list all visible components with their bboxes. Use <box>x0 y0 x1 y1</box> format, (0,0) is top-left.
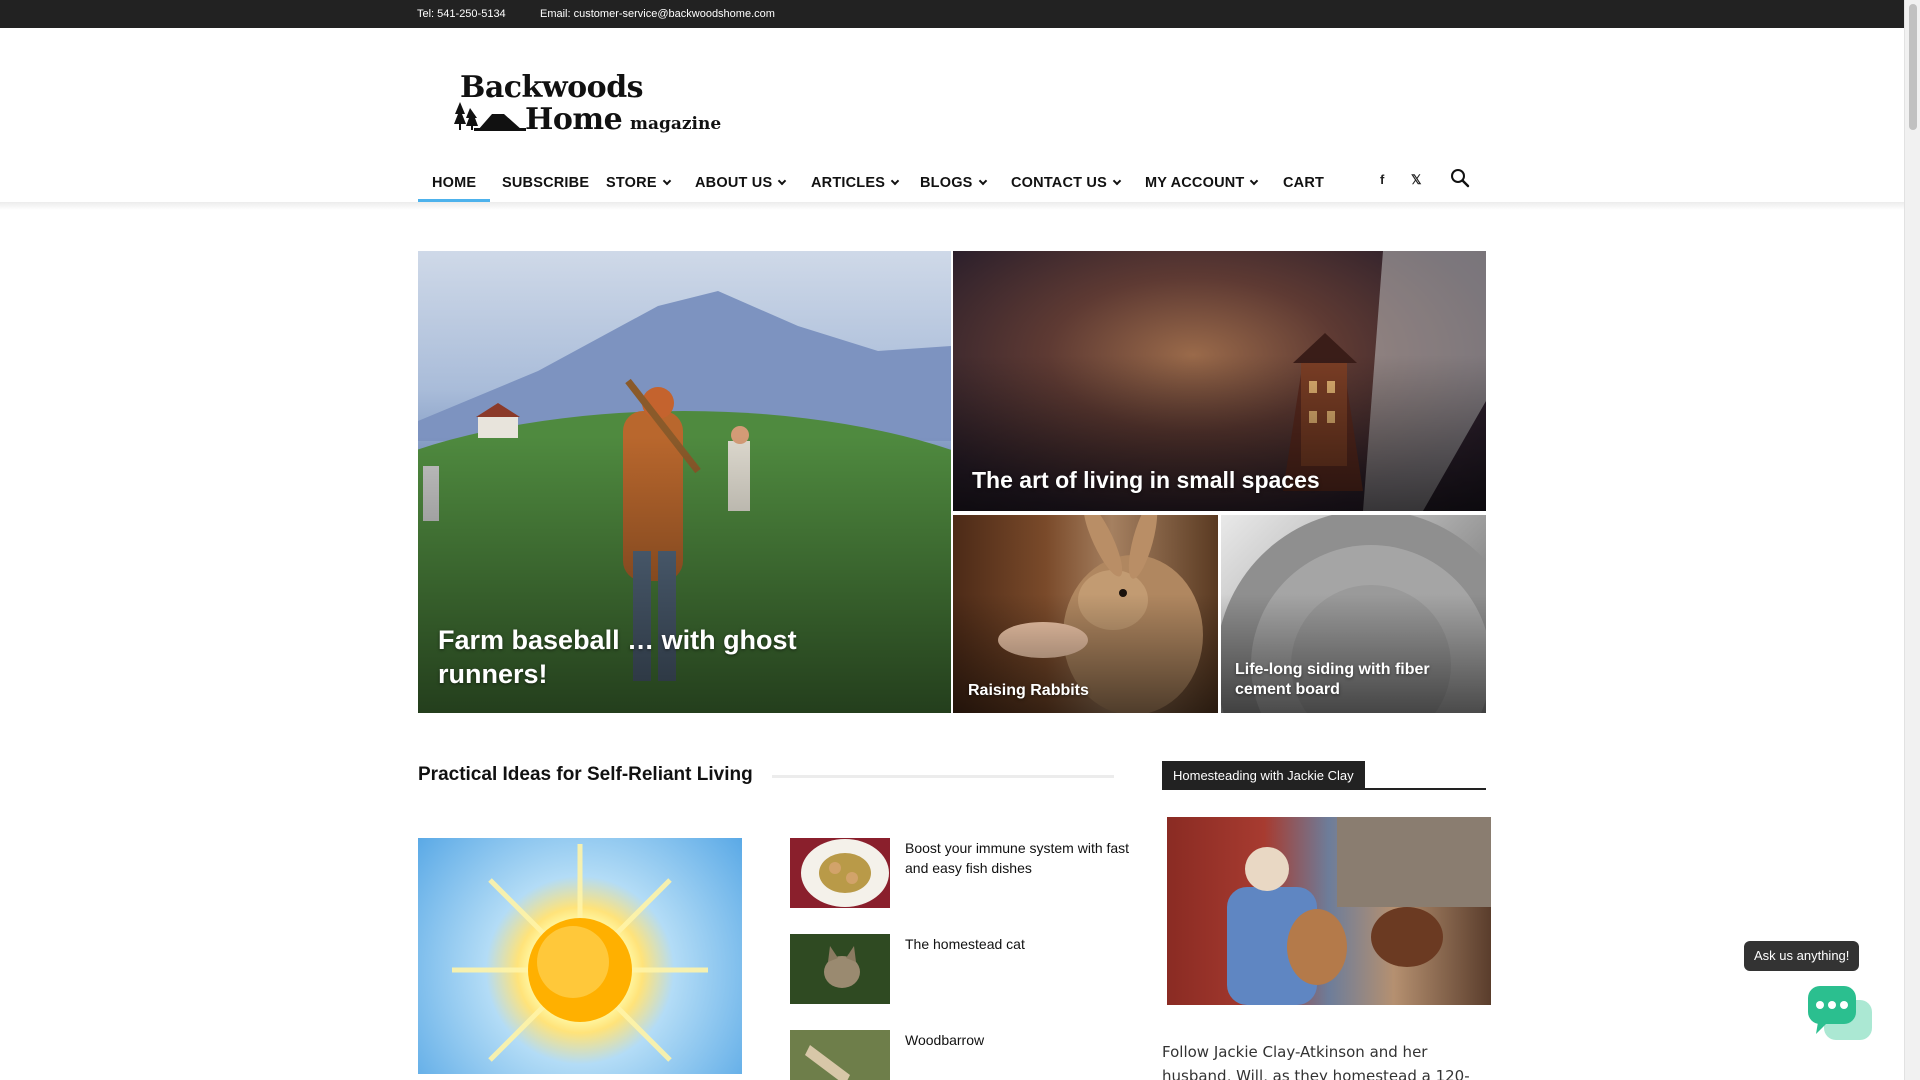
chat-tooltip[interactable]: Ask us anything! <box>1744 941 1860 971</box>
jackie-clay-photo[interactable] <box>1167 817 1491 1005</box>
site-logo[interactable]: Backwoods Home magazine <box>450 70 750 140</box>
list-item[interactable]: Woodbarrow <box>790 1030 1130 1080</box>
list-item[interactable]: The homestead cat <box>790 934 1130 1006</box>
nav-blogs-label: BLOGS <box>920 175 973 191</box>
sun-feature-image[interactable] <box>418 838 742 1074</box>
nav-blogs[interactable]: BLOGS <box>920 164 987 202</box>
chat-icon[interactable] <box>1806 982 1876 1052</box>
hero-title-bottom-right[interactable]: Life-long siding with fiber cement board <box>1235 660 1455 700</box>
nav-divider <box>0 202 1904 210</box>
chevron-down-icon <box>890 176 900 186</box>
hero-feature-small-spaces[interactable]: The art of living in small spaces <box>953 251 1486 511</box>
nav-subscribe-label: SUBSCRIBE <box>502 175 590 191</box>
hero-title-top-right[interactable]: The art of living in small spaces <box>972 466 1320 495</box>
top-contact-bar: Tel: 541-250-5134 Email: customer-servic… <box>0 0 1904 28</box>
cat-thumbnail <box>790 934 890 1004</box>
chevron-down-icon <box>662 176 671 186</box>
phone-number[interactable]: Tel: 541-250-5134 <box>417 8 506 20</box>
email-address[interactable]: Email: customer-service@backwoodshome.co… <box>540 8 775 20</box>
list-item[interactable]: Boost your immune system with fast and e… <box>790 838 1130 910</box>
facebook-icon[interactable]: f <box>1380 172 1384 187</box>
nav-store-label: STORE <box>606 175 657 191</box>
chevron-down-icon <box>1112 176 1122 186</box>
hero-feature-siding[interactable]: Life-long siding with fiber cement board <box>1221 515 1486 713</box>
scrollbar-thumb[interactable] <box>1909 4 1917 130</box>
nav-home[interactable]: HOME <box>418 164 491 202</box>
x-twitter-icon[interactable]: 𝕏 <box>1411 172 1421 188</box>
logo-line-home: Home <box>525 102 623 137</box>
search-icon[interactable] <box>1450 168 1470 188</box>
page-scrollbar[interactable] <box>1904 0 1920 1080</box>
fish-dish-thumbnail <box>790 838 890 908</box>
sidebar-heading-underline <box>1162 788 1486 790</box>
jackie-clay-image <box>1227 817 1491 1005</box>
nav-contact-us[interactable]: CONTACT US <box>1011 164 1122 202</box>
nav-articles[interactable]: ARTICLES <box>811 164 900 202</box>
sidebar-heading: Homesteading with Jackie Clay <box>1162 761 1365 790</box>
nav-subscribe[interactable]: SUBSCRIBE <box>502 164 589 202</box>
chevron-down-icon <box>978 176 987 186</box>
logo-cabin-trees-icon <box>454 102 526 131</box>
hero-feature-rabbits[interactable]: Raising Rabbits <box>953 515 1218 713</box>
nav-contact-us-label: CONTACT US <box>1011 175 1107 191</box>
nav-articles-label: ARTICLES <box>811 175 886 191</box>
nav-store[interactable]: STORE <box>606 164 671 202</box>
chevron-down-icon <box>778 176 787 186</box>
nav-my-account[interactable]: MY ACCOUNT <box>1145 164 1259 202</box>
logo-line-magazine: magazine <box>630 114 722 134</box>
sun-illustration <box>452 844 708 1062</box>
section-divider <box>772 775 1114 778</box>
nav-my-account-label: MY ACCOUNT <box>1145 175 1245 191</box>
woodbarrow-thumbnail <box>790 1030 890 1080</box>
nav-cart-label: CART <box>1283 175 1325 191</box>
list-item-title[interactable]: Boost your immune system with fast and e… <box>905 838 1130 878</box>
hero-title-main[interactable]: Farm baseball … with ghost runners! <box>438 624 858 692</box>
nav-cart[interactable]: CART <box>1283 164 1324 202</box>
hero-feature-farm-baseball[interactable]: Farm baseball … with ghost runners! <box>418 251 951 713</box>
nav-home-label: HOME <box>432 175 477 191</box>
list-item-title[interactable]: The homestead cat <box>905 934 1130 954</box>
section-title: Practical Ideas for Self-Reliant Living <box>418 764 753 785</box>
chevron-down-icon <box>1250 176 1259 186</box>
hero-title-bottom-left[interactable]: Raising Rabbits <box>968 681 1089 701</box>
list-item-title[interactable]: Woodbarrow <box>905 1030 1130 1050</box>
nav-about-us-label: ABOUT US <box>695 175 773 191</box>
sidebar-description: Follow Jackie Clay-Atkinson and her husb… <box>1162 1043 1470 1080</box>
nav-about-us[interactable]: ABOUT US <box>695 164 787 202</box>
